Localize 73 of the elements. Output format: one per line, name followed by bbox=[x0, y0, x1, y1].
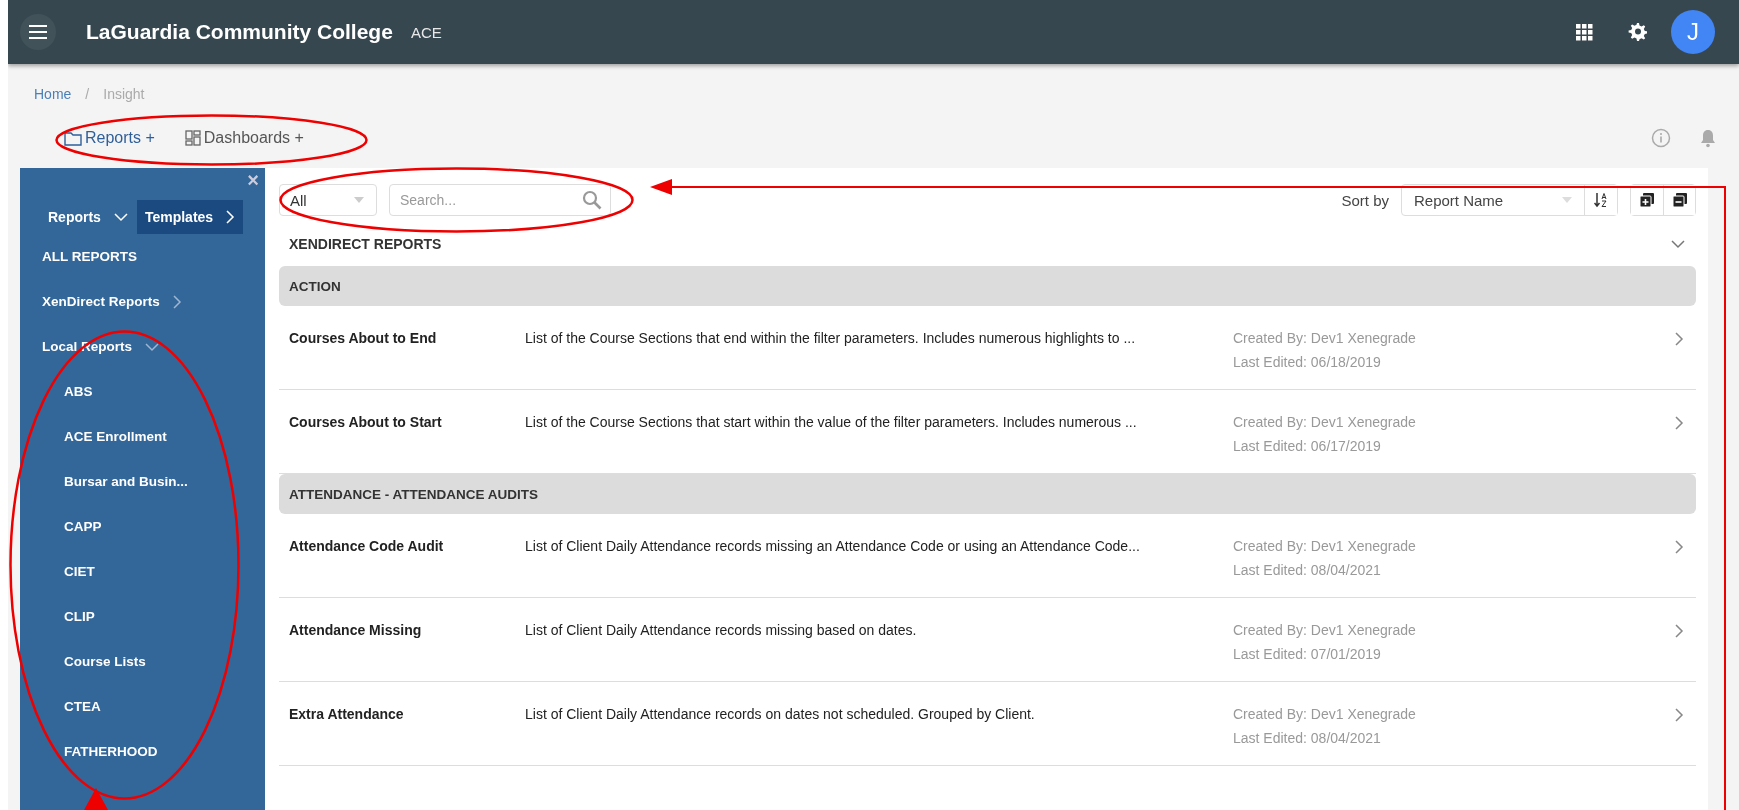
chevron-down-icon bbox=[112, 212, 129, 222]
breadcrumb-item: Insight bbox=[103, 86, 145, 104]
sidebar-item[interactable]: ABS bbox=[20, 369, 265, 414]
last-edited: Last Edited: 08/04/2021 bbox=[1233, 561, 1382, 580]
chevron-down-icon bbox=[144, 341, 161, 352]
sidebar-item[interactable]: ALL REPORTS bbox=[20, 234, 265, 279]
app-subtitle: ACE bbox=[410, 23, 442, 41]
last-edited: Last Edited: 06/18/2019 bbox=[1233, 353, 1382, 372]
group-header: ACTION bbox=[279, 266, 1696, 306]
close-button[interactable]: × bbox=[247, 170, 259, 190]
chevron-right-icon[interactable] bbox=[1674, 539, 1684, 555]
sidebar-item[interactable]: ACE Enrollment bbox=[20, 414, 265, 459]
breadcrumb-item: / bbox=[85, 86, 90, 104]
caret-icon bbox=[1562, 197, 1572, 203]
sidebar-item[interactable]: CIET bbox=[20, 549, 265, 594]
expand-all-icon bbox=[1640, 193, 1654, 207]
report-description: List of the Course Sections that start within the value of the filter parameters. Includes numerous ... bbox=[525, 414, 1138, 430]
sidebar-tab[interactable]: Reports bbox=[40, 200, 137, 234]
dashboard-icon bbox=[184, 130, 201, 146]
report-name[interactable]: Attendance Code Audit bbox=[289, 538, 525, 554]
sidebar-item[interactable]: Local Reports bbox=[20, 324, 265, 369]
menu-button[interactable] bbox=[20, 14, 56, 50]
folder-icon bbox=[64, 130, 82, 146]
settings-icon[interactable] bbox=[1627, 22, 1647, 42]
report-description: List of Client Daily Attendance records missing an Attendance Code or using an Attendance Code... bbox=[525, 538, 1141, 554]
created-by: Created By: Dev1 Xenegrade bbox=[1233, 329, 1417, 348]
last-edited: Last Edited: 06/17/2019 bbox=[1233, 437, 1382, 456]
category-dropdown[interactable]: All bbox=[279, 184, 377, 216]
menu-icon bbox=[29, 25, 47, 39]
sidebar-item[interactable]: FATHERHOOD bbox=[20, 729, 265, 774]
report-name[interactable]: Courses About to Start bbox=[289, 414, 525, 430]
group-header: ATTENDANCE - ATTENDANCE AUDITS bbox=[279, 474, 1696, 514]
sort-label: Sort by bbox=[1341, 191, 1389, 209]
nav-tab[interactable]: Reports + bbox=[64, 129, 155, 147]
sidebar-item[interactable]: CTEA bbox=[20, 684, 265, 729]
last-edited: Last Edited: 07/01/2019 bbox=[1233, 645, 1382, 664]
report-name[interactable]: Courses About to End bbox=[289, 330, 525, 346]
report-description: List of Client Daily Attendance records missing based on dates. bbox=[525, 622, 918, 638]
created-by: Created By: Dev1 Xenegrade bbox=[1233, 705, 1417, 724]
user-avatar[interactable]: J bbox=[1671, 10, 1715, 54]
last-edited: Last Edited: 08/04/2021 bbox=[1233, 729, 1382, 748]
chevron-right-icon bbox=[225, 209, 236, 225]
caret-icon bbox=[354, 197, 364, 203]
created-by: Created By: Dev1 Xenegrade bbox=[1233, 621, 1417, 640]
chevron-right-icon[interactable] bbox=[1674, 331, 1684, 347]
sidebar-item[interactable]: Course Lists bbox=[20, 639, 265, 684]
report-name[interactable]: Attendance Missing bbox=[289, 622, 525, 638]
nav-tab[interactable]: Dashboards + bbox=[184, 129, 304, 147]
apps-grid-icon[interactable] bbox=[1576, 23, 1593, 41]
app-title: LaGuardia Community College bbox=[86, 20, 393, 44]
chevron-right-icon bbox=[171, 293, 182, 310]
sidebar-item[interactable]: CLIP bbox=[20, 594, 265, 639]
report-name[interactable]: Extra Attendance bbox=[289, 706, 525, 722]
sort-icon bbox=[1594, 192, 1608, 208]
search-icon bbox=[582, 190, 602, 210]
collapse-all-button[interactable] bbox=[1663, 185, 1695, 215]
section-title: XENDIRECT REPORTS bbox=[289, 236, 442, 252]
chevron-right-icon[interactable] bbox=[1674, 707, 1684, 723]
report-description: List of Client Daily Attendance records on dates not scheduled. Grouped by Client. bbox=[525, 706, 1036, 722]
sidebar-item[interactable]: XenDirect Reports bbox=[20, 279, 265, 324]
sidebar-tab[interactable]: Templates bbox=[136, 200, 244, 234]
breadcrumb-link[interactable]: Home bbox=[34, 86, 72, 106]
search-field[interactable]: Search... bbox=[389, 184, 611, 216]
created-by: Created By: Dev1 Xenegrade bbox=[1233, 413, 1417, 432]
collapse-all-icon bbox=[1672, 193, 1687, 207]
report-description: List of the Course Sections that end within the filter parameters. Includes numerous highlights to ... bbox=[525, 330, 1137, 346]
annotation-arrow bbox=[84, 788, 108, 810]
chevron-right-icon[interactable] bbox=[1674, 415, 1684, 431]
chevron-right-icon[interactable] bbox=[1674, 623, 1684, 639]
chevron-down-icon[interactable] bbox=[1670, 239, 1686, 249]
sidebar-item[interactable]: CAPP bbox=[20, 504, 265, 549]
created-by: Created By: Dev1 Xenegrade bbox=[1233, 537, 1417, 556]
sidebar-item[interactable]: Bursar and Busin... bbox=[20, 459, 265, 504]
